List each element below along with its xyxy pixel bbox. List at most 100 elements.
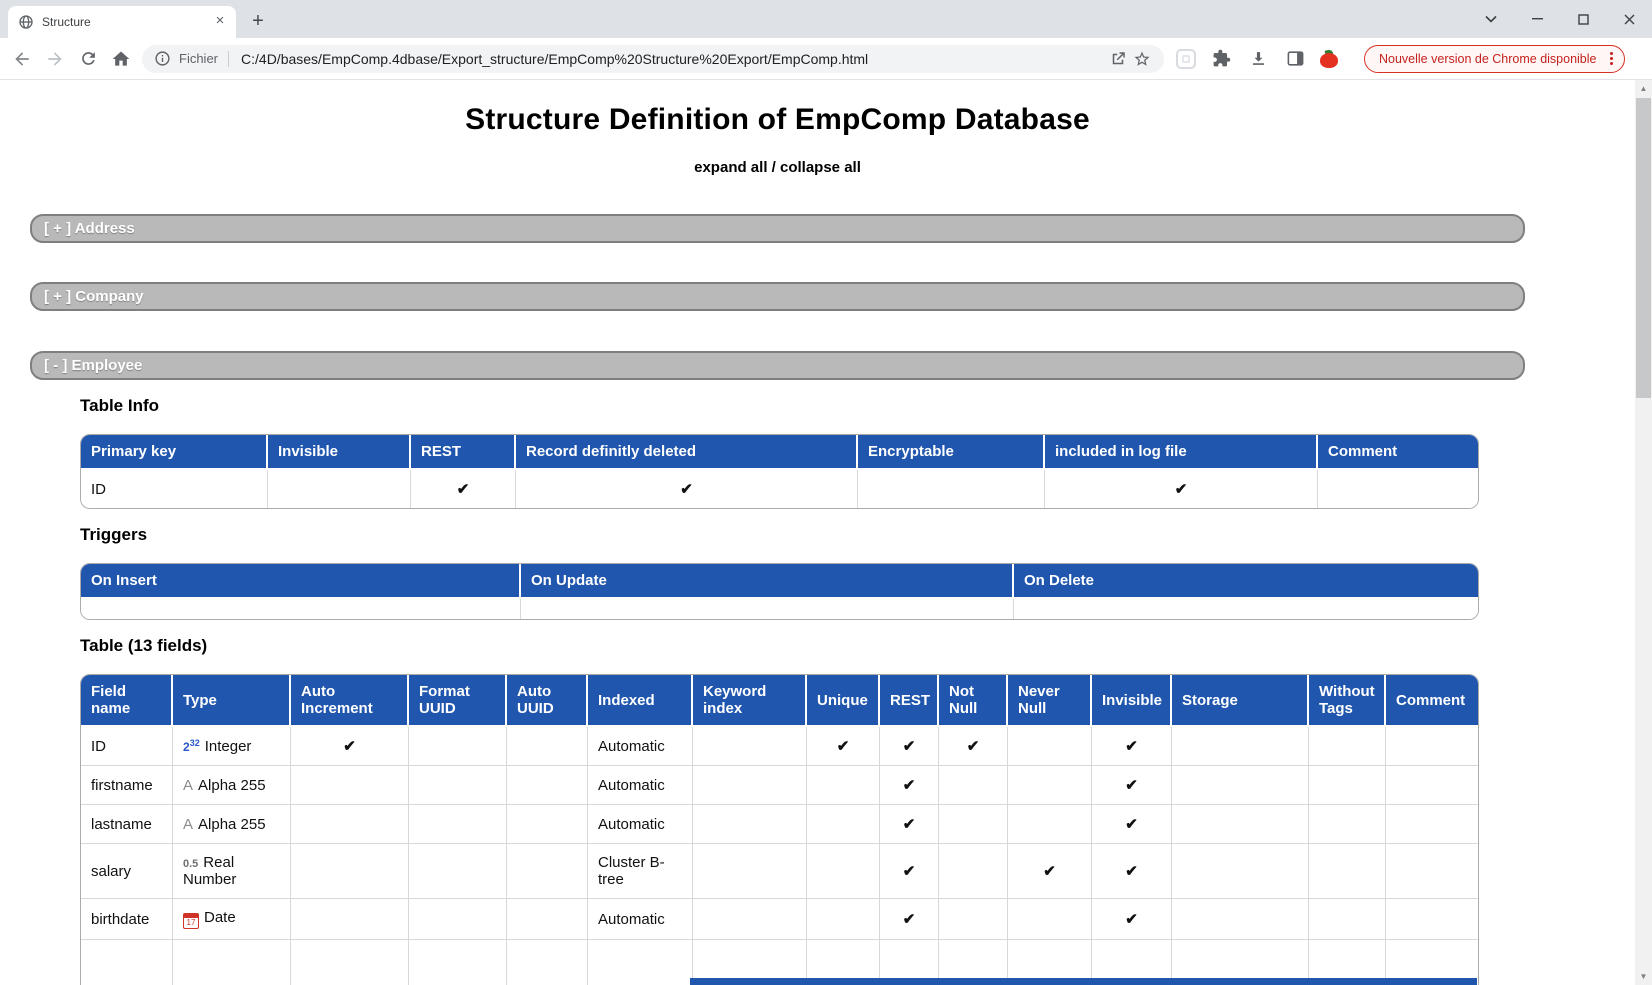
cell-auto-uuid (507, 727, 588, 766)
triggers-row (81, 599, 1478, 619)
col-header: Type (173, 675, 291, 727)
next-row-partial (690, 978, 1477, 985)
cell-indexed: Automatic (588, 766, 693, 805)
cell-rest: ✔ (880, 899, 939, 940)
reload-button[interactable] (76, 47, 100, 71)
cell-type: 0.5Real Number (173, 844, 291, 899)
col-header: On Delete (1014, 564, 1478, 599)
cell-unique (807, 766, 880, 805)
url-text[interactable]: C:/4D/bases/EmpComp.4dbase/Export_struct… (241, 51, 1106, 67)
forward-button[interactable] (43, 47, 67, 71)
fields-table-heading: Table (13 fields) (80, 636, 1635, 656)
cell-without-tags (1309, 844, 1386, 899)
cell-storage (1172, 899, 1309, 940)
cell-auto-uuid (507, 805, 588, 844)
cell-unique (807, 805, 880, 844)
tomato-extension-icon[interactable] (1320, 50, 1338, 68)
omnibox-url-bar[interactable]: Fichier C:/4D/bases/EmpComp.4dbase/Expor… (142, 45, 1164, 73)
cell-rest: ✔ (411, 470, 516, 508)
cell-field-name: lastname (81, 805, 173, 844)
cell-auto-increment (291, 805, 409, 844)
cell-keyword-index (693, 805, 807, 844)
fields-table: Field name Type Auto Increment Format UU… (80, 674, 1479, 985)
cell-not-null (939, 766, 1008, 805)
scrollbar-thumb[interactable] (1636, 98, 1651, 398)
window-close-button[interactable] (1606, 0, 1652, 38)
col-header: REST (880, 675, 939, 727)
collapse-all-link[interactable]: collapse all (780, 159, 861, 176)
cell-not-null (939, 844, 1008, 899)
col-header: Comment (1386, 675, 1478, 727)
cell-not-null (939, 899, 1008, 940)
window-minimize-button[interactable] (1514, 0, 1560, 38)
alpha-type-icon: A (183, 777, 193, 794)
table-row: birthdate 17Date Automatic ✔ ✔ (81, 899, 1478, 940)
cell-indexed: Automatic (588, 899, 693, 940)
integer-type-icon: 232 (183, 738, 200, 754)
cell-without-tags (1309, 805, 1386, 844)
expand-all-link[interactable]: expand all (694, 159, 767, 176)
cell-rest: ✔ (880, 805, 939, 844)
col-header: Auto Increment (291, 675, 409, 727)
omnibox-separator (228, 51, 229, 67)
cell-format-uuid (409, 805, 507, 844)
cell-comment (1318, 470, 1478, 508)
cell-invisible: ✔ (1092, 805, 1172, 844)
date-calendar-icon: 17 (183, 913, 199, 929)
scrollbar-up-icon[interactable]: ▲ (1635, 80, 1652, 97)
cell-never-null (1008, 766, 1092, 805)
browser-tab[interactable]: Structure × (8, 6, 236, 38)
section-bar-address[interactable]: [ + ] Address (30, 214, 1525, 243)
home-button[interactable] (109, 47, 133, 71)
tab-close-icon[interactable]: × (212, 14, 228, 30)
cell-auto-increment: ✔ (291, 727, 409, 766)
cell-on-insert (81, 599, 521, 619)
window-maximize-button[interactable] (1560, 0, 1606, 38)
info-icon[interactable] (154, 50, 171, 67)
section-bar-employee[interactable]: [ - ] Employee (30, 351, 1525, 380)
col-header: Indexed (588, 675, 693, 727)
browser-toolbar: Fichier C:/4D/bases/EmpComp.4dbase/Expor… (0, 38, 1652, 80)
back-button[interactable] (10, 47, 34, 71)
scrollbar-down-icon[interactable]: ▼ (1635, 968, 1652, 985)
cell-indexed: Automatic (588, 805, 693, 844)
chrome-menu-dots-icon[interactable] (1605, 52, 1618, 65)
col-header: Never Null (1008, 675, 1092, 727)
cell-rest: ✔ (880, 727, 939, 766)
fields-header-row: Field name Type Auto Increment Format UU… (81, 675, 1478, 727)
section-bar-company[interactable]: [ + ] Company (30, 282, 1525, 311)
tab-search-chevron-icon[interactable] (1468, 0, 1514, 38)
tab-title: Structure (42, 15, 212, 29)
cell-invisible (268, 470, 411, 508)
cell-never-null (1008, 899, 1092, 940)
table-row: ID 232Integer ✔ Automatic ✔ ✔ ✔ ✔ (81, 727, 1478, 766)
downloads-icon[interactable] (1246, 47, 1270, 71)
col-header: Invisible (268, 435, 411, 470)
extensions-puzzle-icon[interactable] (1209, 47, 1233, 71)
cell-field-name: firstname (81, 766, 173, 805)
cell-comment (1386, 805, 1478, 844)
new-tab-button[interactable]: + (244, 8, 272, 36)
side-panel-icon[interactable] (1283, 47, 1307, 71)
cell-without-tags (1309, 899, 1386, 940)
table-info-row: ID ✔ ✔ ✔ (81, 470, 1478, 508)
triggers-header-row: On Insert On Update On Delete (81, 564, 1478, 599)
cell-format-uuid (409, 899, 507, 940)
cell-keyword-index (693, 899, 807, 940)
cell-invisible: ✔ (1092, 844, 1172, 899)
table-row: firstname AAlpha 255 Automatic ✔ ✔ (81, 766, 1478, 805)
col-header: Comment (1318, 435, 1478, 470)
col-header: Encryptable (858, 435, 1045, 470)
cell-keyword-index (693, 844, 807, 899)
page-title: Structure Definition of EmpComp Database (0, 103, 1635, 137)
share-icon[interactable] (1106, 47, 1130, 71)
cell-type: 232Integer (173, 727, 291, 766)
disabled-extension-icon[interactable] (1176, 49, 1196, 69)
bookmark-star-icon[interactable] (1130, 47, 1154, 71)
chrome-update-button[interactable]: Nouvelle version de Chrome disponible (1364, 45, 1625, 73)
vertical-scrollbar[interactable]: ▲ ▼ (1635, 80, 1652, 985)
cell-type: AAlpha 255 (173, 805, 291, 844)
cell-invisible: ✔ (1092, 899, 1172, 940)
col-header: REST (411, 435, 516, 470)
cell-field-name: ID (81, 727, 173, 766)
